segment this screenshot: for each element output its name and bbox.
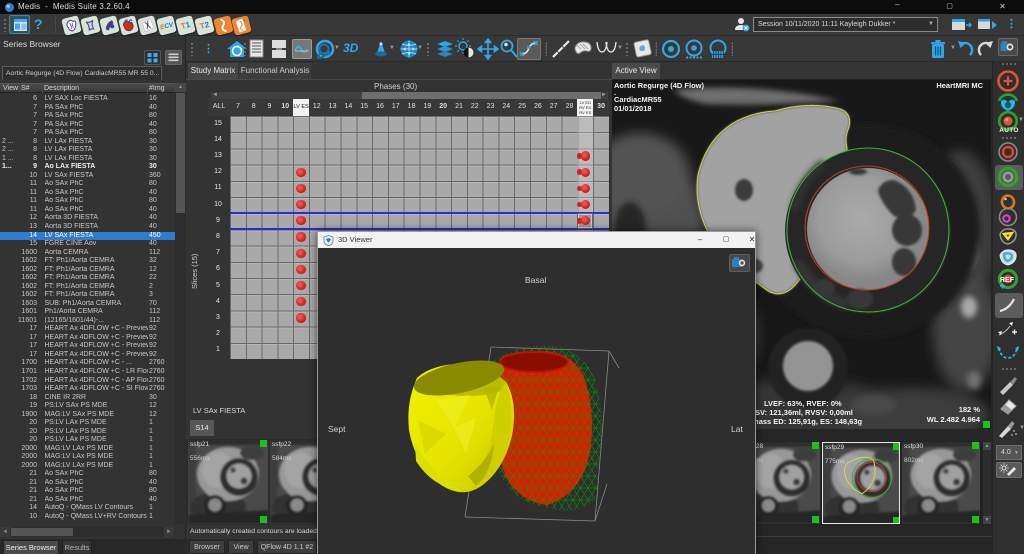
svg-text:REF: REF	[1000, 277, 1015, 284]
